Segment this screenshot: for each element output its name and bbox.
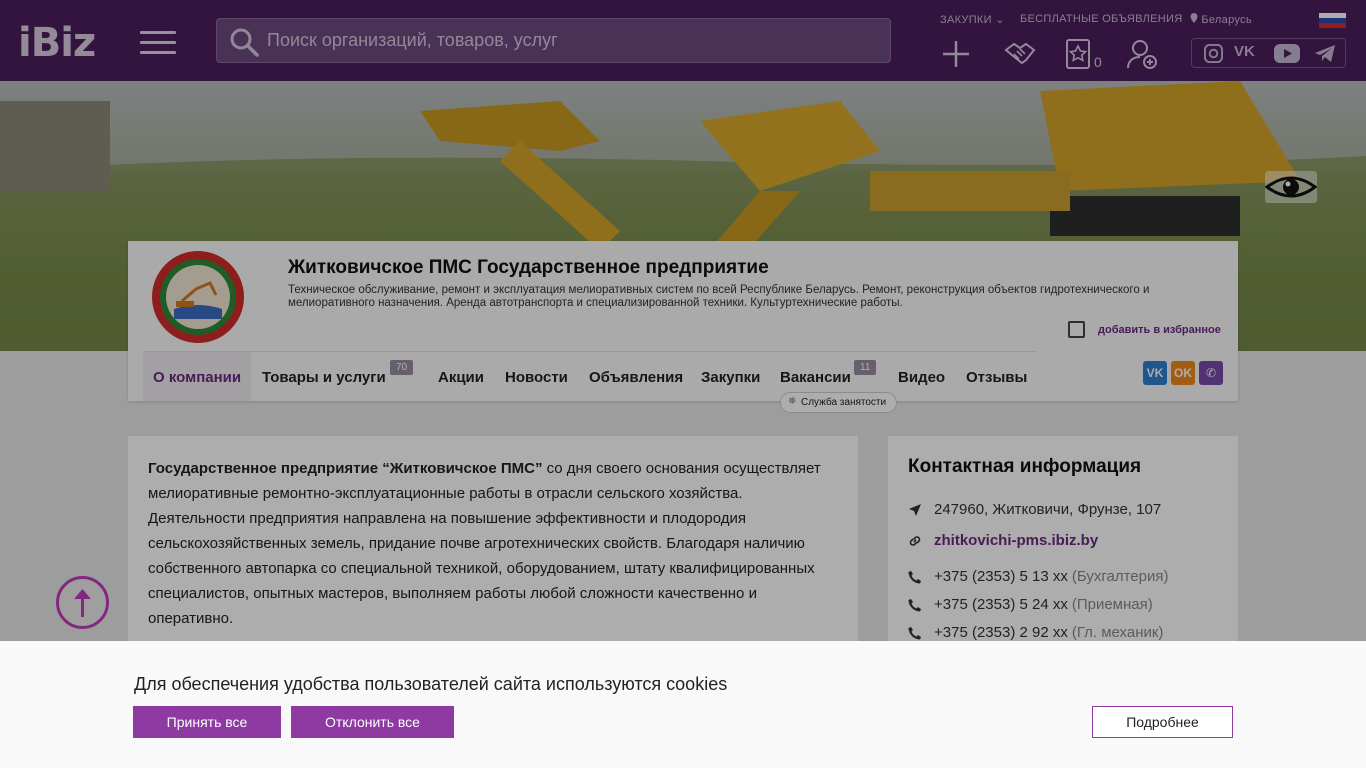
- instagram-icon[interactable]: [1204, 44, 1223, 63]
- nav-purchases[interactable]: ЗАКУПКИ ⌄: [940, 13, 1005, 26]
- cookie-details-button[interactable]: Подробнее: [1092, 706, 1233, 738]
- accessibility-eye-icon[interactable]: [1264, 171, 1318, 203]
- tab-ads[interactable]: Объявления: [589, 352, 683, 401]
- website-link[interactable]: zhitkovichi-pms.ibiz.by: [934, 532, 1098, 549]
- tab-reviews[interactable]: Отзывы: [966, 352, 1027, 401]
- youtube-icon[interactable]: [1274, 44, 1300, 63]
- accept-cookies-button[interactable]: Принять все: [133, 706, 281, 738]
- favorite-checkbox[interactable]: [1068, 321, 1085, 338]
- top-header: iBiz ЗАКУПКИ ⌄ БЕСПЛАТНЫЕ ОБЪЯВЛЕНИЯ Бел…: [0, 0, 1366, 81]
- share-vk-icon[interactable]: VK: [1143, 361, 1167, 385]
- social-links: VK: [1191, 38, 1346, 68]
- cookie-banner: Для обеспечения удобства пользователей с…: [0, 641, 1366, 768]
- nav-free-ads[interactable]: БЕСПЛАТНЫЕ ОБЪЯВЛЕНИЯ: [1020, 13, 1182, 25]
- search-input[interactable]: [267, 19, 877, 62]
- tab-count-badge: 11: [854, 360, 877, 375]
- contact-phone[interactable]: +375 (2353) 5 24 xx (Приемная): [908, 596, 1153, 613]
- share-viber-icon[interactable]: ✆: [1199, 361, 1223, 385]
- tab-products[interactable]: Товары и услуги 70: [262, 352, 414, 401]
- search-bar[interactable]: [216, 18, 891, 63]
- about-text: Государственное предприятие “Житковичско…: [148, 456, 838, 631]
- search-icon[interactable]: [229, 27, 259, 57]
- add-favorite-label[interactable]: добавить в избранное: [1098, 324, 1221, 336]
- tab-news[interactable]: Новости: [505, 352, 568, 401]
- site-logo[interactable]: iBiz: [18, 20, 96, 66]
- add-to-favorites[interactable]: добавить в избранное: [1068, 321, 1221, 338]
- add-user-icon[interactable]: [1126, 38, 1158, 70]
- favorites-icon[interactable]: [1062, 38, 1094, 70]
- handshake-icon[interactable]: [1004, 38, 1036, 70]
- link-icon: [909, 535, 921, 546]
- contact-phone[interactable]: +375 (2353) 2 92 xx (Гл. механик): [908, 624, 1163, 641]
- about-lead: Государственное предприятие “Житковичско…: [148, 460, 543, 477]
- cookie-message: Для обеспечения удобства пользователей с…: [134, 674, 728, 694]
- contact-title: Контактная информация: [908, 456, 1142, 477]
- company-description: Техническое обслуживание, ремонт и экспл…: [288, 284, 1150, 309]
- chevron-down-icon: ⌄: [995, 14, 1005, 26]
- tab-about[interactable]: О компании: [143, 352, 252, 401]
- contact-address: 247960, Житковичи, Фрунзе, 107: [908, 501, 1161, 518]
- tab-video[interactable]: Видео: [898, 352, 945, 401]
- reject-cookies-button[interactable]: Отклонить все: [291, 706, 454, 738]
- company-title: Житковичское ПМС Государственное предпри…: [288, 257, 769, 278]
- phone-icon: [908, 570, 921, 583]
- contact-phone[interactable]: +375 (2353) 5 13 xx (Бухгалтерия): [908, 568, 1168, 585]
- add-icon[interactable]: [940, 38, 972, 70]
- company-tabs: О компании Товары и услуги 70 Акции Новос…: [143, 351, 1036, 401]
- contact-website[interactable]: zhitkovichi-pms.ibiz.by: [908, 532, 1098, 549]
- snowflake-icon: ❅: [788, 396, 797, 407]
- about-body: со дня своего основания осуществляет мел…: [148, 460, 821, 627]
- vk-icon[interactable]: VK: [1234, 43, 1255, 60]
- share-ok-icon[interactable]: OK: [1171, 361, 1195, 385]
- tab-count-badge: 70: [390, 360, 414, 375]
- tab-promotions[interactable]: Акции: [438, 352, 484, 401]
- menu-burger-icon[interactable]: [140, 31, 176, 55]
- favorites-count: 0: [1094, 54, 1102, 70]
- company-card: Житковичское ПМС Государственное предпри…: [128, 241, 1238, 413]
- employment-service-badge[interactable]: ❅ Служба занятости: [780, 392, 898, 413]
- telegram-icon[interactable]: [1314, 44, 1336, 63]
- scroll-up-button[interactable]: [56, 576, 109, 629]
- phone-icon: [908, 626, 921, 639]
- region-selector[interactable]: Беларусь: [1190, 13, 1252, 26]
- location-arrow-icon: [909, 503, 921, 516]
- language-flag-icon[interactable]: [1319, 13, 1346, 28]
- location-pin-icon: [1190, 13, 1198, 23]
- phone-icon: [908, 598, 921, 611]
- company-logo: [152, 251, 244, 343]
- arrow-up-icon: [74, 589, 91, 617]
- tab-purchases[interactable]: Закупки: [701, 352, 760, 401]
